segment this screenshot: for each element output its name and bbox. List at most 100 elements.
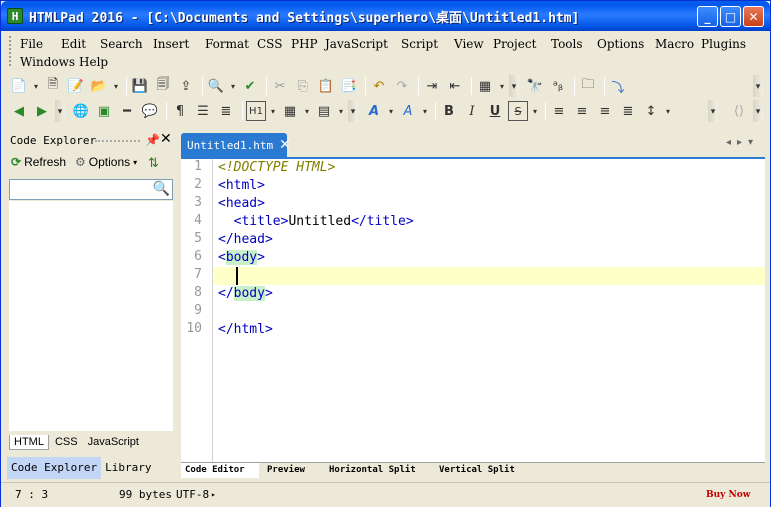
menu-help[interactable]: Help [79, 54, 108, 71]
encoding-dropdown-icon[interactable]: ▸ [211, 490, 216, 499]
strike-dropdown-icon[interactable]: ▾ [531, 101, 539, 121]
line-spacing-icon[interactable]: ↕ [641, 101, 661, 121]
font-icon[interactable]: A [364, 101, 384, 121]
line-spacing-dropdown-icon[interactable]: ▾ [664, 101, 672, 121]
font-dropdown-icon[interactable]: ▾ [387, 101, 395, 121]
undo-icon[interactable]: ↶ [369, 76, 389, 96]
replace-icon[interactable]: ᵃᵦ [548, 76, 568, 96]
menu-macro[interactable]: Macro [655, 36, 694, 53]
tab-horizontal-split[interactable]: Horizontal Split [325, 463, 435, 478]
menu-view[interactable]: View [454, 36, 484, 53]
unordered-list-icon[interactable]: ☰ [193, 101, 213, 121]
find-icon[interactable]: 🔭 [525, 76, 545, 96]
ordered-list-icon[interactable]: ≣ [216, 101, 236, 121]
layout-dropdown-icon[interactable]: ▾ [498, 76, 506, 96]
back-arrow-icon[interactable]: ◀ [9, 101, 29, 121]
menu-format[interactable]: Format [205, 36, 249, 53]
menu-plugins[interactable]: Plugins [701, 36, 746, 53]
copy-icon[interactable]: ⎘ [293, 76, 313, 96]
menu-css[interactable]: CSS [257, 36, 282, 53]
form-icon[interactable]: ▤ [314, 101, 334, 121]
encoding[interactable]: UTF-8 [176, 488, 209, 501]
paragraph-icon[interactable]: ¶ [170, 101, 190, 121]
table-icon[interactable]: ▦ [280, 101, 300, 121]
tab-preview[interactable]: Preview [263, 463, 323, 478]
font-size-icon[interactable]: A [398, 101, 418, 121]
align-right-icon[interactable]: ≡ [595, 101, 615, 121]
tab-library[interactable]: Library [101, 457, 155, 479]
code-editor[interactable]: 1 2 3 4 5 6 7 8 9 10 <!DOCTYPE HTML> <htm… [181, 157, 765, 462]
menu-project[interactable]: Project [493, 36, 536, 53]
open-folder-icon[interactable]: 📂 [89, 76, 109, 96]
tab-css[interactable]: CSS [51, 435, 82, 449]
image-icon[interactable]: ▣ [94, 101, 114, 121]
code-explorer-search-input[interactable]: 🔍 [9, 179, 173, 200]
menu-grip[interactable] [9, 36, 12, 66]
heading-dropdown-icon[interactable]: ▾ [269, 101, 277, 121]
ftp-upload-icon[interactable]: ⇪ [176, 76, 196, 96]
comment-icon[interactable]: 💬 [140, 101, 160, 121]
tab-untitled1[interactable]: Untitled1.htm ✕ [181, 133, 291, 157]
table-dropdown-icon[interactable]: ▾ [303, 101, 311, 121]
horizontal-rule-icon[interactable]: ━ [117, 101, 137, 121]
link-icon[interactable]: 🌐 [71, 101, 91, 121]
close-icon[interactable]: ✕ [279, 137, 291, 153]
tab-code-explorer[interactable]: Code Explorer [7, 457, 102, 479]
code-explorer-tree[interactable] [9, 201, 173, 431]
align-left-icon[interactable]: ≡ [549, 101, 569, 121]
find-in-files-icon[interactable]: 🗀 [578, 76, 598, 96]
form-dropdown-icon[interactable]: ▾ [337, 101, 345, 121]
menu-php[interactable]: PHP [291, 36, 318, 53]
tab-html[interactable]: HTML [9, 434, 49, 450]
tab-code-editor[interactable]: Code Editor [181, 463, 259, 478]
title-bar[interactable]: H HTMLPad 2016 - [C:\Documents and Setti… [1, 1, 770, 31]
panel-close-icon[interactable]: ✕ [160, 131, 172, 147]
menu-javascript[interactable]: JavaScript [325, 36, 388, 53]
new-html-icon[interactable]: 🗎 [43, 76, 63, 96]
new-dropdown-icon[interactable]: ▾ [32, 76, 40, 96]
menu-file[interactable]: File [20, 36, 43, 53]
outdent-icon[interactable]: ⇤ [445, 76, 465, 96]
minimize-button[interactable]: _ [697, 6, 718, 27]
toolbar-overflow-icon[interactable]: ▾ [55, 100, 65, 122]
menu-insert[interactable]: Insert [153, 36, 189, 53]
toolbar-chevron-icon[interactable]: ▾ [753, 100, 763, 122]
indent-icon[interactable]: ⇥ [422, 76, 442, 96]
redo-icon[interactable]: ↷ [392, 76, 412, 96]
menu-edit[interactable]: Edit [61, 36, 86, 53]
goto-icon[interactable]: ⤵ [608, 76, 628, 96]
paste-icon[interactable]: 📋 [316, 76, 336, 96]
close-button[interactable]: ✕ [743, 6, 764, 27]
toolbar-overflow-icon[interactable]: ▾ [708, 100, 718, 122]
layout-icon[interactable]: ▦ [475, 76, 495, 96]
new-template-icon[interactable]: 📝 [66, 76, 86, 96]
toolbar-overflow-icon[interactable]: ▾ [348, 100, 358, 122]
panel-grip[interactable] [95, 140, 140, 143]
italic-icon[interactable]: I [462, 101, 482, 121]
preview-dropdown-icon[interactable]: ▾ [229, 76, 237, 96]
pin-icon[interactable]: 📌 [145, 133, 160, 147]
save-all-icon[interactable]: 🗐 [153, 76, 173, 96]
options-button[interactable]: ⚙ Options ▾ [75, 155, 137, 169]
special-chars-icon[interactable]: ⟨⟩ [729, 101, 749, 121]
search-icon[interactable]: 🔍 [153, 180, 170, 197]
toolbar-overflow-icon[interactable]: ▾ [509, 75, 519, 97]
font-size-dropdown-icon[interactable]: ▾ [421, 101, 429, 121]
bold-icon[interactable]: B [439, 101, 459, 121]
paste-special-icon[interactable]: 📑 [339, 76, 359, 96]
cut-icon[interactable]: ✂ [270, 76, 290, 96]
menu-tools[interactable]: Tools [551, 36, 583, 53]
refresh-button[interactable]: ⟳ Refresh [11, 155, 66, 169]
preview-search-icon[interactable]: 🔍 [206, 76, 226, 96]
new-file-icon[interactable]: 📄 [9, 76, 29, 96]
spell-check-icon[interactable]: ✔ [240, 76, 260, 96]
justify-icon[interactable]: ≣ [618, 101, 638, 121]
menu-search[interactable]: Search [100, 36, 143, 53]
underline-icon[interactable]: U [485, 101, 505, 121]
tab-javascript[interactable]: JavaScript [84, 435, 143, 449]
maximize-button[interactable]: □ [720, 6, 741, 27]
toolbar-chevron-icon[interactable]: ▾ [753, 75, 763, 97]
buy-now-link[interactable]: Buy Now [706, 490, 751, 500]
menu-windows[interactable]: Windows [20, 54, 75, 71]
sort-icon[interactable]: ⇅ [148, 155, 159, 171]
